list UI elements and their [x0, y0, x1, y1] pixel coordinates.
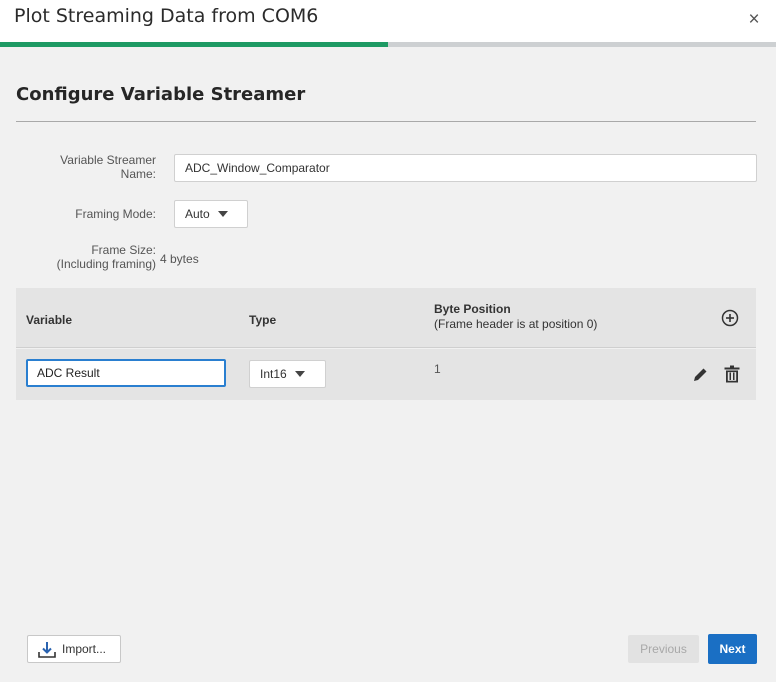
frame-size-value: 4 bytes	[160, 252, 199, 266]
trash-icon[interactable]	[723, 365, 741, 388]
next-button[interactable]: Next	[708, 634, 757, 664]
wizard-progress-fill	[0, 42, 388, 47]
download-icon	[37, 641, 57, 668]
variable-type-select[interactable]: Int16	[249, 360, 326, 388]
frame-size-label-line2: (Including framing)	[56, 257, 156, 271]
frame-size-label: Frame Size: (Including framing)	[20, 243, 156, 271]
dialog-title-bar: Plot Streaming Data from COM6 ×	[0, 0, 776, 42]
variable-name-input[interactable]	[26, 359, 226, 387]
variable-type-value: Int16	[260, 367, 287, 381]
streamer-name-label-line1: Variable Streamer	[60, 153, 156, 167]
byte-position-value: 1	[434, 362, 441, 376]
streamer-name-label: Variable Streamer Name:	[20, 153, 156, 181]
variables-table-header: Variable Type Byte Position (Frame heade…	[16, 288, 756, 348]
streamer-name-label-line2: Name:	[120, 167, 156, 181]
frame-size-label-line1: Frame Size:	[91, 243, 156, 257]
import-button[interactable]: Import...	[27, 635, 121, 663]
column-header-byte-position: Byte Position (Frame header is at positi…	[434, 302, 597, 332]
framing-mode-value: Auto	[185, 207, 210, 221]
table-row: Int16 1	[16, 349, 756, 400]
close-icon[interactable]: ×	[742, 8, 766, 32]
chevron-down-icon	[217, 210, 228, 217]
previous-button[interactable]: Previous	[628, 635, 699, 663]
heading-divider	[16, 121, 756, 122]
byte-position-title: Byte Position	[434, 302, 511, 316]
column-header-variable: Variable	[26, 313, 73, 327]
streamer-name-input[interactable]	[174, 154, 757, 182]
import-button-label: Import...	[62, 642, 107, 656]
section-heading: Configure Variable Streamer	[16, 84, 306, 105]
chevron-down-icon	[294, 370, 305, 377]
framing-mode-label: Framing Mode:	[75, 207, 156, 221]
wizard-progress-bar	[0, 42, 776, 47]
column-header-type: Type	[249, 313, 277, 327]
pencil-icon[interactable]	[692, 366, 709, 388]
framing-mode-select[interactable]: Auto	[174, 200, 248, 228]
dialog-title: Plot Streaming Data from COM6	[14, 5, 319, 27]
byte-position-note: (Frame header is at position 0)	[434, 317, 598, 331]
plus-circle-icon[interactable]	[721, 309, 739, 332]
